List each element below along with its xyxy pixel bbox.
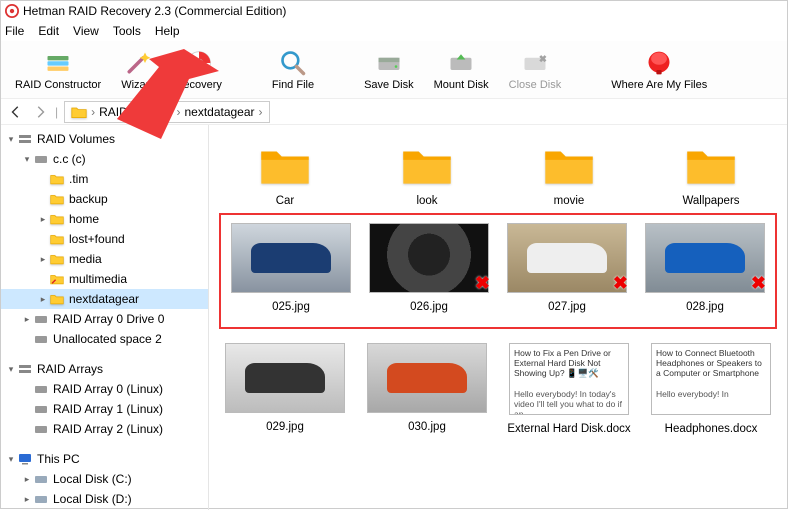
collapse-icon[interactable]: ▾: [5, 134, 17, 145]
breadcrumb-seg-next[interactable]: nextdatagear: [184, 105, 254, 119]
file-029[interactable]: 029.jpg: [219, 343, 351, 435]
chevron-right-icon: ›: [132, 105, 136, 119]
tree-unallocated[interactable]: Unallocated space 2: [1, 329, 208, 349]
folder-icon: [683, 143, 739, 187]
close-disk-button: Close Disk: [499, 43, 572, 97]
menu-bar: File Edit View Tools Help: [1, 21, 787, 41]
tree-cc[interactable]: ▾c.c (c): [1, 149, 208, 169]
tree-raid-arrays[interactable]: ▾RAID Arrays: [1, 359, 208, 379]
deleted-x-icon: ✖: [475, 273, 490, 294]
tree-tim[interactable]: .tim: [1, 169, 208, 189]
window-title: Hetman RAID Recovery 2.3 (Commercial Edi…: [23, 4, 286, 18]
collapse-icon[interactable]: ▾: [5, 454, 17, 465]
file-grid[interactable]: Car look movie Wallpapers 025.jpg ✖: [209, 125, 787, 510]
folder-car[interactable]: Car: [219, 143, 351, 207]
close-disk-icon: [521, 49, 549, 77]
chevron-right-icon: ›: [91, 105, 95, 119]
recovery-icon: [185, 49, 213, 77]
app-icon: [5, 4, 19, 18]
tree-ra0[interactable]: RAID Array 0 (Linux): [1, 379, 208, 399]
file-external-hard-disk[interactable]: How to Fix a Pen Drive or External Hard …: [503, 343, 635, 435]
tree-local-d[interactable]: ▸Local Disk (D:): [1, 489, 208, 509]
address-bar: | › RAID › c.c (c) › nextdatagear ›: [1, 99, 787, 125]
breadcrumb-seg-cc[interactable]: c.c (c): [140, 105, 173, 119]
expand-icon[interactable]: ▸: [21, 314, 33, 325]
recovery-button[interactable]: Recovery: [165, 43, 231, 97]
mount-disk-button[interactable]: Mount Disk: [424, 43, 499, 97]
nav-back-button[interactable]: [7, 103, 25, 121]
tree-ra1[interactable]: RAID Array 1 (Linux): [1, 399, 208, 419]
tree-backup[interactable]: backup: [1, 189, 208, 209]
tree-this-pc[interactable]: ▾This PC: [1, 449, 208, 469]
tree-sidebar[interactable]: ▾RAID Volumes ▾c.c (c) .tim backup ▸home…: [1, 125, 209, 510]
menu-file[interactable]: File: [5, 24, 24, 38]
breadcrumb-seg-raid[interactable]: RAID: [99, 105, 128, 119]
doc-preview: How to Fix a Pen Drive or External Hard …: [509, 343, 629, 415]
find-file-icon: [279, 49, 307, 77]
folder-look[interactable]: look: [361, 143, 493, 207]
expand-icon[interactable]: ▸: [37, 294, 49, 305]
tree-media[interactable]: ▸media: [1, 249, 208, 269]
nav-forward-button[interactable]: [31, 103, 49, 121]
collapse-icon[interactable]: ▾: [21, 154, 33, 165]
menu-help[interactable]: Help: [155, 24, 180, 38]
file-headphones[interactable]: How to Connect Bluetooth Headphones or S…: [645, 343, 777, 435]
folder-wallpapers[interactable]: Wallpapers: [645, 143, 777, 207]
deleted-x-icon: ✖: [613, 273, 628, 294]
find-file-button[interactable]: Find File: [262, 43, 324, 97]
expand-icon[interactable]: ▸: [37, 214, 49, 225]
folder-icon: [399, 143, 455, 187]
raid-constructor-icon: [44, 49, 72, 77]
tree-ra2[interactable]: RAID Array 2 (Linux): [1, 419, 208, 439]
where-files-icon: [645, 49, 673, 77]
highlighted-files: 025.jpg ✖ 026.jpg ✖ 027.jpg ✖ 028.jpg: [219, 213, 777, 329]
doc-preview: How to Connect Bluetooth Headphones or S…: [651, 343, 771, 415]
tree-nextdatagear[interactable]: ▸nextdatagear: [1, 289, 208, 309]
expand-icon[interactable]: ▸: [21, 474, 33, 485]
breadcrumb[interactable]: › RAID › c.c (c) › nextdatagear ›: [64, 101, 269, 123]
collapse-icon[interactable]: ▾: [5, 364, 17, 375]
file-027[interactable]: ✖ 027.jpg: [503, 223, 631, 313]
mount-disk-icon: [447, 49, 475, 77]
folder-icon: [257, 143, 313, 187]
folder-movie[interactable]: movie: [503, 143, 635, 207]
file-025[interactable]: 025.jpg: [227, 223, 355, 313]
folder-icon: [71, 105, 87, 119]
menu-view[interactable]: View: [73, 24, 99, 38]
wizard-icon: [124, 49, 152, 77]
toolbar: RAID Constructor Wizard Recovery Find Fi…: [1, 41, 787, 99]
wizard-button[interactable]: Wizard: [111, 43, 165, 97]
expand-icon[interactable]: ▸: [37, 254, 49, 265]
menu-edit[interactable]: Edit: [38, 24, 59, 38]
tree-home[interactable]: ▸home: [1, 209, 208, 229]
tree-raid-array0-drive0[interactable]: ▸RAID Array 0 Drive 0: [1, 309, 208, 329]
file-026[interactable]: ✖ 026.jpg: [365, 223, 493, 313]
file-028[interactable]: ✖ 028.jpg: [641, 223, 769, 313]
where-files-button[interactable]: Where Are My Files: [601, 43, 717, 97]
chevron-right-icon: ›: [176, 105, 180, 119]
save-disk-icon: [375, 49, 403, 77]
tree-local-c[interactable]: ▸Local Disk (C:): [1, 469, 208, 489]
tree-multimedia[interactable]: multimedia: [1, 269, 208, 289]
tree-raid-volumes[interactable]: ▾RAID Volumes: [1, 129, 208, 149]
save-disk-button[interactable]: Save Disk: [354, 43, 424, 97]
file-030[interactable]: 030.jpg: [361, 343, 493, 435]
folder-icon: [541, 143, 597, 187]
menu-tools[interactable]: Tools: [113, 24, 141, 38]
tree-lostfound[interactable]: lost+found: [1, 229, 208, 249]
expand-icon[interactable]: ▸: [21, 494, 33, 505]
deleted-x-icon: ✖: [751, 273, 766, 294]
chevron-right-icon: ›: [259, 105, 263, 119]
raid-constructor-button[interactable]: RAID Constructor: [5, 43, 111, 97]
